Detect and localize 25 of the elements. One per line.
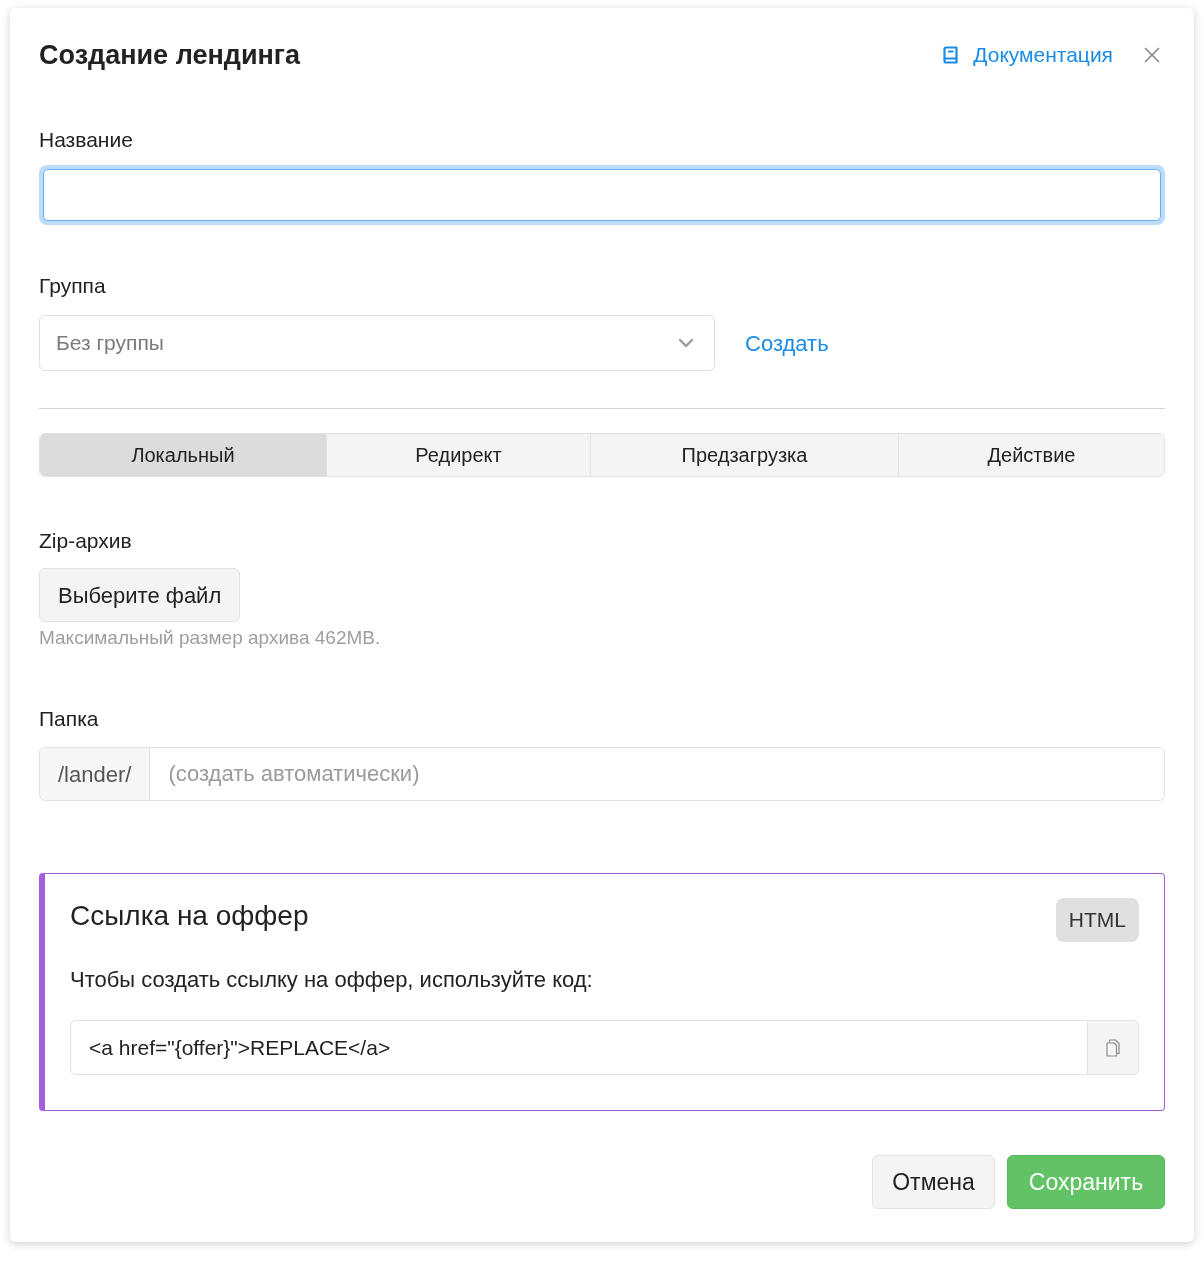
choose-file-button[interactable]: Выберите файл [39,568,241,622]
hint-text: Максимальный размер архива 462MB. [39,627,381,649]
documentation-link[interactable]: Документация [943,39,1113,71]
cancel-button[interactable]: Отмена [872,1155,995,1209]
dialog-title: Создание лендинга [39,39,301,71]
copy-icon [1106,1038,1120,1057]
field-label: Zip-архив [39,528,132,554]
folder-prefix: /lander/ [39,747,151,801]
tab[interactable]: Предзагрузка [590,434,898,476]
tab[interactable]: Действие [898,434,1164,476]
format-badge: HTML [1055,898,1139,942]
folder-input-field[interactable]: (создать автоматически) [150,747,1165,801]
card-title: Ссылка на оффер [70,899,309,933]
tab[interactable]: Локальный [40,434,326,476]
book-icon [943,46,960,64]
code-field[interactable]: <a href="{offer}">REPLACE</a> [70,1020,1088,1075]
card-description: Чтобы создать ссылку на оффер, используйте код: [70,966,593,994]
name-input-field[interactable] [39,165,1165,225]
tab[interactable]: Редирект [326,434,590,476]
field-label: Название [39,127,133,153]
field-label: Папка [39,706,99,732]
create-group-link[interactable]: Создать [745,326,829,360]
field-label: Группа [39,273,106,299]
copy-button[interactable] [1088,1020,1139,1075]
group-select[interactable]: Без группы [39,315,715,371]
